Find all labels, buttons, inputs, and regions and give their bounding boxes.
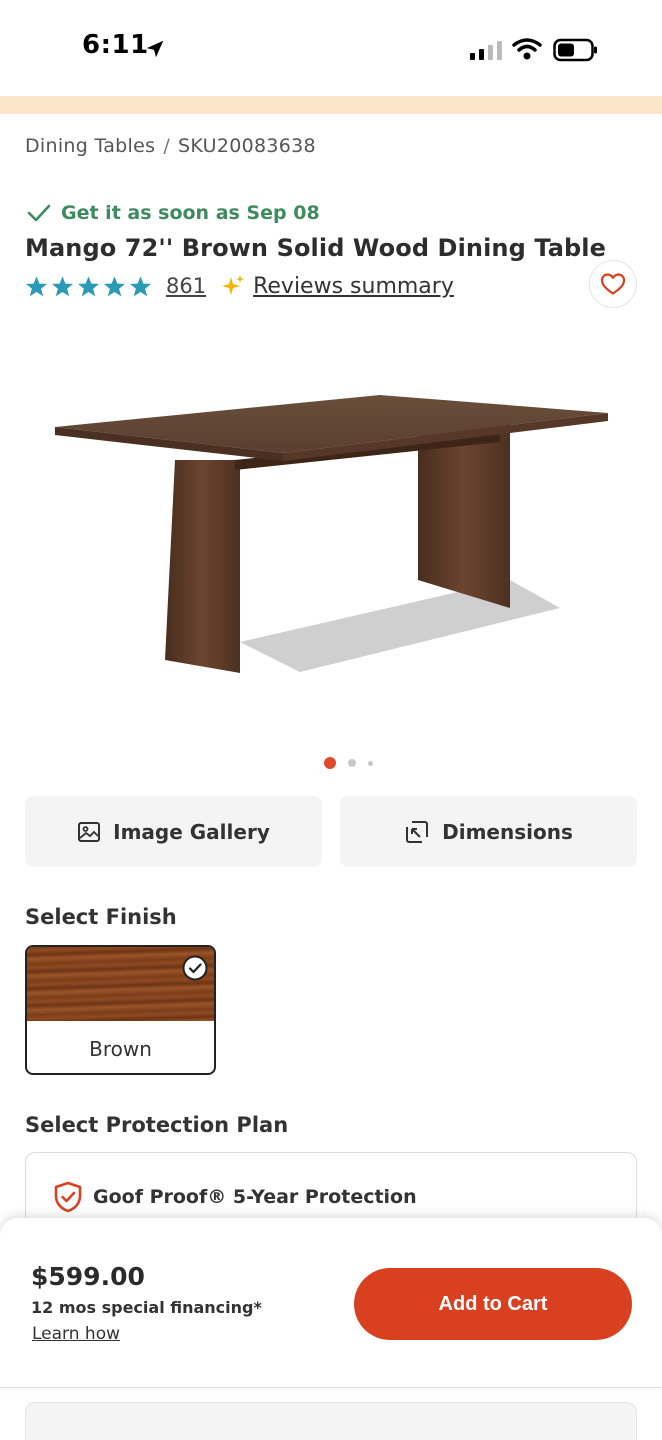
delivery-text: Get it as soon as Sep 08 — [61, 202, 320, 224]
star-icon — [51, 275, 74, 296]
delivery-estimate: Get it as soon as Sep 08 — [27, 202, 320, 224]
battery-icon — [553, 38, 597, 62]
image-gallery-label: Image Gallery — [113, 819, 270, 844]
learn-how-link[interactable]: Learn how — [32, 1324, 120, 1344]
bottom-card — [25, 1402, 637, 1440]
reviews-summary-link[interactable]: Reviews summary — [253, 274, 454, 299]
star-icon — [77, 275, 100, 296]
dimensions-button[interactable]: Dimensions — [340, 796, 637, 867]
image-gallery-button[interactable]: Image Gallery — [25, 796, 322, 867]
protection-option-label: Goof Proof® 5-Year Protection — [93, 1186, 417, 1208]
carousel-dot[interactable] — [348, 759, 356, 767]
carousel-indicator[interactable] — [324, 757, 373, 769]
select-finish-heading: Select Finish — [25, 905, 177, 929]
heart-icon — [600, 273, 626, 295]
sparkle-icon — [222, 275, 245, 295]
status-time: 6:11 — [82, 30, 149, 60]
carousel-dot[interactable] — [368, 760, 373, 766]
status-bar: 6:11 — [0, 0, 662, 96]
rating-row: 861 Reviews summary — [25, 272, 454, 300]
finish-label: Brown — [89, 1037, 152, 1061]
product-title: Mango 72'' Brown Solid Wood Dining Table — [25, 234, 606, 262]
star-icon — [103, 275, 126, 296]
promo-banner[interactable] — [0, 96, 662, 114]
breadcrumb: Dining Tables / SKU20083638 — [25, 135, 316, 157]
dimensions-icon — [406, 820, 429, 843]
image-icon — [78, 821, 101, 842]
location-arrow-icon — [146, 40, 164, 58]
star-icon — [25, 275, 48, 296]
star-rating[interactable] — [25, 275, 152, 298]
breadcrumb-separator: / — [163, 135, 171, 157]
breadcrumb-category[interactable]: Dining Tables — [25, 135, 155, 157]
breadcrumb-sku: SKU20083638 — [178, 135, 316, 157]
cellular-signal-icon — [470, 41, 502, 60]
add-to-cart-button[interactable]: Add to Cart — [354, 1268, 632, 1340]
checkmark-icon — [27, 204, 51, 222]
protection-plan-heading: Select Protection Plan — [25, 1113, 289, 1137]
selected-check-icon — [182, 955, 208, 981]
shield-check-icon — [54, 1181, 82, 1213]
financing-text: 12 mos special financing* — [31, 1298, 262, 1317]
finish-option-brown[interactable]: Brown — [25, 945, 216, 1075]
carousel-dot-active[interactable] — [324, 757, 336, 769]
price: $599.00 — [31, 1262, 145, 1291]
product-image[interactable] — [40, 380, 620, 690]
sticky-cart-bar: $599.00 12 mos special financing* Learn … — [0, 1218, 662, 1388]
wifi-icon — [512, 38, 542, 60]
star-icon — [129, 275, 152, 296]
wishlist-button[interactable] — [589, 260, 637, 308]
dimensions-label: Dimensions — [442, 819, 573, 844]
review-count-link[interactable]: 861 — [166, 274, 206, 298]
